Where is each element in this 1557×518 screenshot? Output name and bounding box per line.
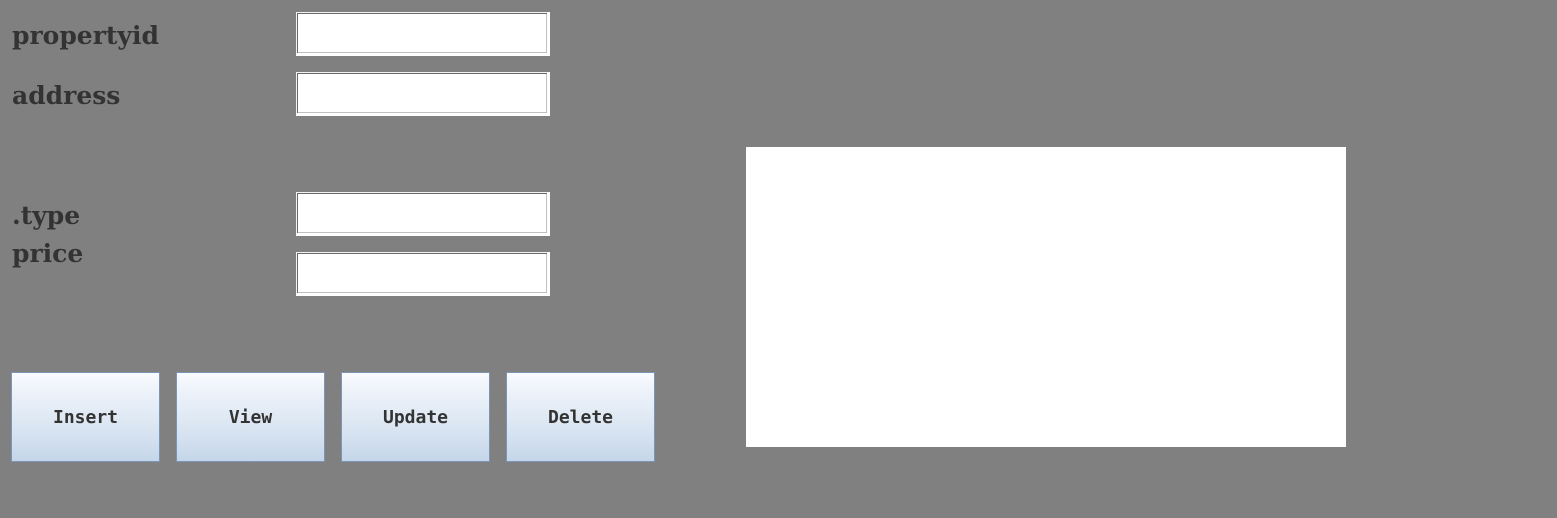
price-input[interactable] (296, 252, 550, 296)
type-input[interactable] (296, 192, 550, 236)
propertyid-input[interactable] (296, 12, 550, 56)
insert-button[interactable]: Insert (11, 372, 160, 462)
results-area[interactable] (746, 147, 1346, 447)
update-button[interactable]: Update (341, 372, 490, 462)
label-address: address (12, 81, 121, 110)
label-propertyid: propertyid (12, 21, 159, 50)
label-price: price (12, 239, 84, 268)
address-input[interactable] (296, 72, 550, 116)
delete-button[interactable]: Delete (506, 372, 655, 462)
view-button[interactable]: View (176, 372, 325, 462)
label-type: .type (12, 201, 81, 230)
